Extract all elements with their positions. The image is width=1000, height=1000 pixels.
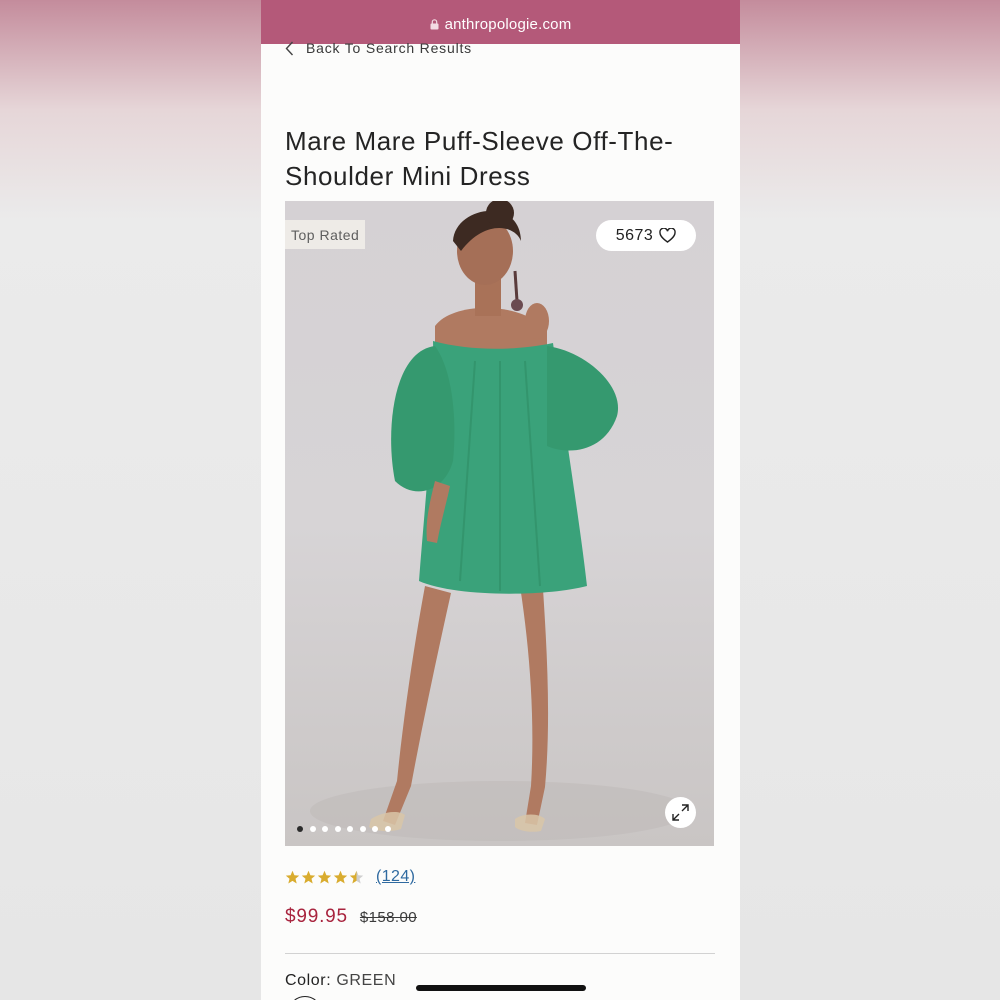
star-rating: [285, 870, 364, 885]
divider: [285, 953, 715, 954]
rating-row: (124): [285, 868, 415, 886]
color-selection-label: Color: GREEN: [285, 972, 396, 990]
carousel-dot[interactable]: [384, 826, 391, 832]
url-text: anthropologie.com: [444, 16, 572, 33]
back-label: Back To Search Results: [306, 40, 472, 56]
background-left: [0, 0, 261, 1000]
carousel-dot[interactable]: [297, 826, 303, 832]
carousel-dot[interactable]: [372, 826, 378, 832]
carousel-pagination: [297, 826, 391, 832]
product-image-carousel[interactable]: Top Rated 5673: [285, 201, 714, 846]
background-right: [740, 0, 1000, 1000]
phone-screen: anthropologie.com Back To Search Results…: [261, 0, 740, 1000]
original-price: $158.00: [359, 909, 417, 926]
url-display[interactable]: anthropologie.com: [261, 16, 740, 33]
home-indicator: [416, 985, 586, 991]
color-value: GREEN: [336, 972, 397, 989]
favorite-button[interactable]: 5673: [596, 220, 696, 251]
expand-image-button[interactable]: [665, 797, 696, 828]
carousel-dot[interactable]: [347, 826, 353, 832]
expand-icon: [672, 804, 689, 821]
heart-icon: [659, 228, 676, 243]
lock-icon: [430, 19, 439, 30]
carousel-dot[interactable]: [359, 826, 366, 832]
chevron-left-icon: [285, 41, 294, 55]
price-row: $99.95 $158.00: [285, 906, 417, 928]
star-icon: [285, 870, 300, 883]
browser-address-bar: anthropologie.com: [261, 0, 740, 44]
sale-price: $99.95: [285, 906, 348, 927]
star-icon: [317, 870, 332, 883]
color-label: Color:: [285, 972, 332, 989]
product-photo[interactable]: [285, 201, 714, 846]
color-swatch[interactable]: [288, 996, 322, 1000]
carousel-dot[interactable]: [334, 826, 341, 832]
reviews-link[interactable]: (124): [376, 868, 415, 886]
carousel-dot[interactable]: [309, 826, 316, 832]
top-rated-badge: Top Rated: [285, 220, 366, 249]
back-to-search-link[interactable]: Back To Search Results: [285, 40, 472, 56]
star-icon: [349, 870, 364, 883]
product-title: Mare Mare Puff-Sleeve Off-The-Shoulder M…: [285, 126, 674, 191]
star-icon: [333, 870, 348, 883]
favorite-count: 5673: [615, 226, 654, 244]
carousel-dot[interactable]: [322, 826, 328, 832]
star-icon: [301, 870, 316, 883]
